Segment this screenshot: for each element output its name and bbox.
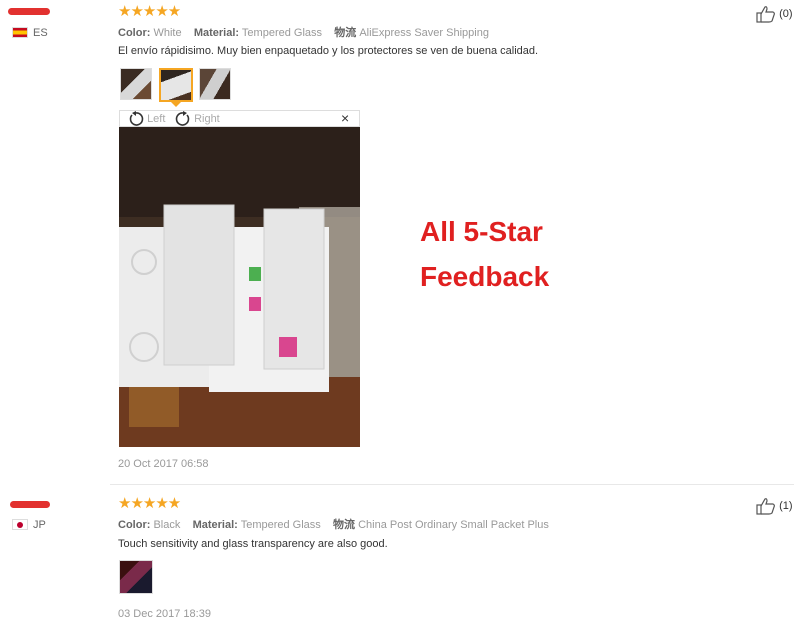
helpful-count: (0) [779,7,793,20]
helpful-count: (1) [779,499,793,512]
star-rating: ★★★★★ [118,3,181,20]
rotate-left-label: Left [147,112,166,125]
review-date: 03 Dec 2017 18:39 [118,608,211,620]
review-text: El envío rápidisimo. Muy bien enpaquetad… [118,45,539,57]
thumbs-up-icon [756,498,775,515]
shipping-value: China Post Ordinary Small Packet Plus [358,519,549,531]
color-value: Black [153,519,181,531]
shipping-value: AliExpress Saver Shipping [359,27,489,39]
spain-flag-icon [12,27,28,38]
product-attributes: Color: Black Material: Tempered Glass 物流… [118,516,549,532]
color-label: Color: [118,27,151,39]
rotate-right-icon [175,111,190,126]
color-value: White [153,27,182,39]
rotate-left-button[interactable]: Left [128,111,165,127]
review-photo-large [119,127,360,447]
image-viewer-toolbar: Left Right × [119,110,360,127]
promo-line-1: All 5-Star [420,216,543,247]
rotate-right-label: Right [194,112,220,125]
rotate-left-icon [129,111,144,126]
country-code: JP [33,519,46,531]
color-label: Color: [118,519,151,531]
review-text: Touch sensitivity and glass transparency… [118,538,388,550]
thumbs-up-icon [756,6,775,23]
star-rating: ★★★★★ [118,495,181,512]
review-photo-thumbnail[interactable] [120,68,152,100]
review-date: 20 Oct 2017 06:58 [118,458,209,470]
material-value: Tempered Glass [240,519,321,531]
helpful-button[interactable]: (0) [756,5,793,23]
rotate-right-button[interactable]: Right [175,111,220,127]
shipping-label: 物流 [334,27,357,39]
product-attributes: Color: White Material: Tempered Glass 物流… [118,24,489,40]
japan-flag-icon [12,519,28,530]
promo-line-2: Feedback [420,261,550,292]
shipping-label: 物流 [333,519,356,531]
photo-glass-protectors [119,127,360,447]
review-divider [110,484,794,485]
review-photo-thumbnail-selected[interactable] [159,68,193,102]
material-label: Material: [193,27,240,39]
review-photo-thumbnail[interactable] [199,68,231,100]
redacted-username [8,8,50,15]
close-icon[interactable]: × [341,110,349,126]
selected-pointer-icon [171,102,181,107]
review-photo-thumbnail[interactable] [119,560,153,594]
redacted-username [10,501,50,508]
material-label: Material: [192,519,238,531]
helpful-button[interactable]: (1) [756,497,793,515]
country-code: ES [33,27,48,39]
material-value: Tempered Glass [241,27,323,39]
